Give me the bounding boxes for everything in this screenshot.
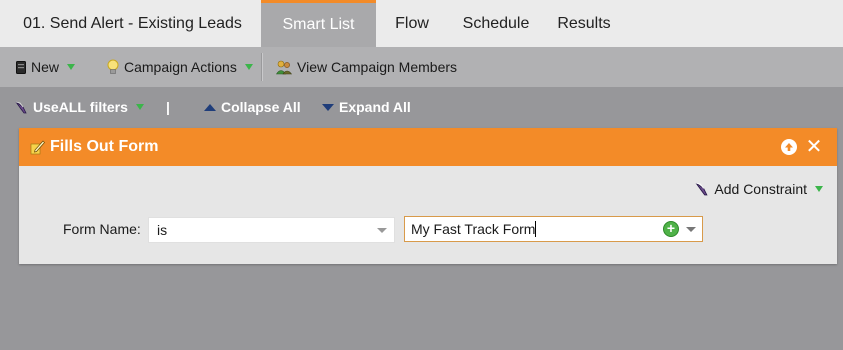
pencil-form-icon bbox=[29, 139, 45, 155]
campaign-actions-button[interactable]: Campaign Actions bbox=[107, 47, 253, 87]
campaign-title: 01. Send Alert - Existing Leads bbox=[23, 14, 242, 32]
new-button[interactable]: New bbox=[16, 47, 76, 87]
filter-funnel-icon bbox=[695, 182, 709, 196]
use-filters-prefix: Use bbox=[33, 99, 59, 115]
triangle-down-icon bbox=[322, 103, 334, 111]
filter-funnel-icon bbox=[15, 101, 28, 114]
tab-bar: 01. Send Alert - Existing Leads Smart Li… bbox=[0, 0, 843, 47]
chevron-down-icon bbox=[815, 186, 823, 192]
operator-select[interactable]: is bbox=[148, 217, 395, 243]
use-filters-suffix: filters bbox=[85, 99, 128, 115]
filterbar-separator: | bbox=[166, 99, 170, 115]
close-icon[interactable]: ✕ bbox=[805, 137, 823, 157]
tab-smart-list[interactable]: Smart List bbox=[261, 0, 376, 47]
filter-title: Fills Out Form bbox=[50, 138, 159, 155]
expand-all-label: Expand All bbox=[339, 99, 411, 115]
filter-bar: Use ALL filters | Collapse All Expand Al… bbox=[0, 87, 843, 127]
chevron-down-icon bbox=[244, 64, 253, 70]
tab-flow[interactable]: Flow bbox=[376, 0, 448, 47]
form-name-value: My Fast Track Form bbox=[411, 221, 536, 237]
operator-value: is bbox=[157, 222, 168, 238]
lightbulb-icon bbox=[107, 59, 119, 75]
form-name-value-field[interactable]: My Fast Track Form + bbox=[404, 216, 703, 242]
arrow-up-circle-icon[interactable] bbox=[781, 139, 797, 155]
people-icon bbox=[276, 60, 292, 75]
tab-results[interactable]: Results bbox=[544, 0, 624, 47]
use-all-filters-dropdown[interactable]: Use ALL filters bbox=[15, 87, 144, 127]
triangle-up-icon bbox=[204, 103, 216, 111]
chevron-down-icon bbox=[67, 64, 76, 70]
campaign-actions-label: Campaign Actions bbox=[124, 59, 237, 75]
filter-title-group: Fills Out Form bbox=[29, 138, 158, 156]
tab-schedule[interactable]: Schedule bbox=[448, 0, 544, 47]
form-name-label: Form Name: bbox=[63, 221, 141, 237]
text-cursor bbox=[535, 221, 537, 237]
expand-all-button[interactable]: Expand All bbox=[322, 87, 411, 127]
chevron-down-icon bbox=[135, 104, 144, 110]
toolbar-divider bbox=[262, 53, 263, 81]
new-label: New bbox=[31, 59, 60, 75]
filter-header[interactable]: Fills Out Form ✕ bbox=[19, 128, 837, 166]
view-campaign-members-button[interactable]: View Campaign Members bbox=[276, 47, 457, 87]
toolbar: New Campaign Actions View Campaign Membe… bbox=[0, 47, 843, 87]
document-icon bbox=[16, 60, 26, 74]
filter-panel: Fills Out Form ✕ Add Constraint Form Nam… bbox=[19, 128, 837, 264]
add-constraint-button[interactable]: Add Constraint bbox=[695, 181, 823, 197]
collapse-all-label: Collapse All bbox=[221, 99, 301, 115]
use-filters-all: ALL bbox=[58, 99, 86, 115]
chevron-down-icon bbox=[377, 228, 387, 233]
chevron-down-icon[interactable] bbox=[686, 227, 696, 232]
plus-circle-icon[interactable]: + bbox=[663, 221, 679, 237]
collapse-all-button[interactable]: Collapse All bbox=[204, 87, 301, 127]
view-campaign-members-label: View Campaign Members bbox=[297, 59, 458, 75]
add-constraint-label: Add Constraint bbox=[714, 181, 807, 197]
